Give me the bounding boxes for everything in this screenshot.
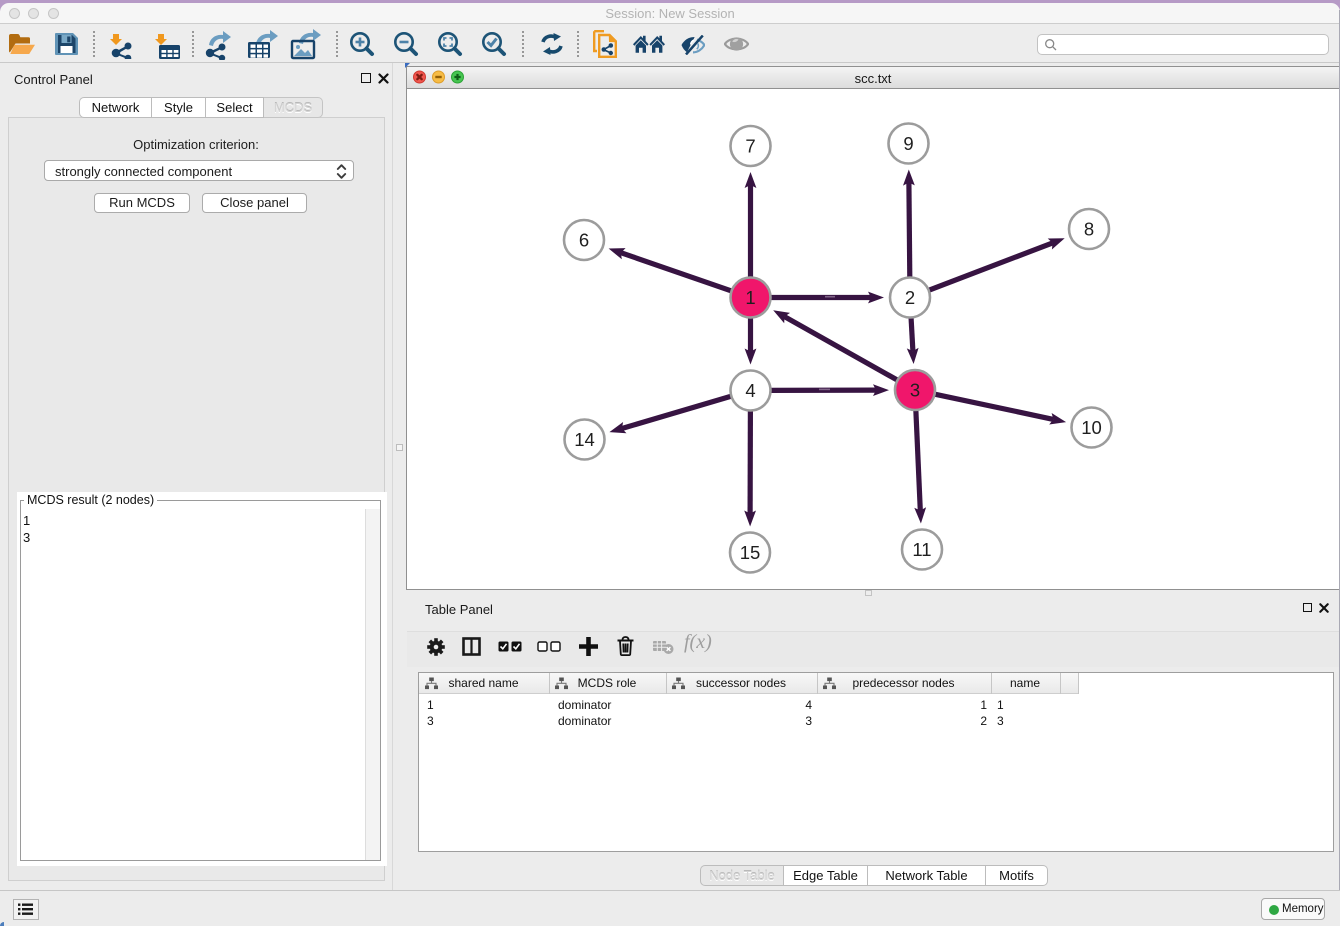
svg-text:7: 7 (745, 136, 755, 157)
svg-text:2: 2 (905, 287, 915, 308)
svg-text:10: 10 (1081, 417, 1102, 438)
svg-text:1: 1 (745, 287, 755, 308)
svg-text:3: 3 (910, 380, 920, 401)
svg-text:11: 11 (912, 539, 931, 560)
svg-text:6: 6 (579, 230, 589, 251)
svg-text:4: 4 (745, 380, 755, 401)
svg-text:15: 15 (740, 542, 761, 563)
svg-text:8: 8 (1084, 219, 1094, 240)
svg-text:14: 14 (574, 429, 595, 450)
svg-text:9: 9 (903, 133, 913, 154)
